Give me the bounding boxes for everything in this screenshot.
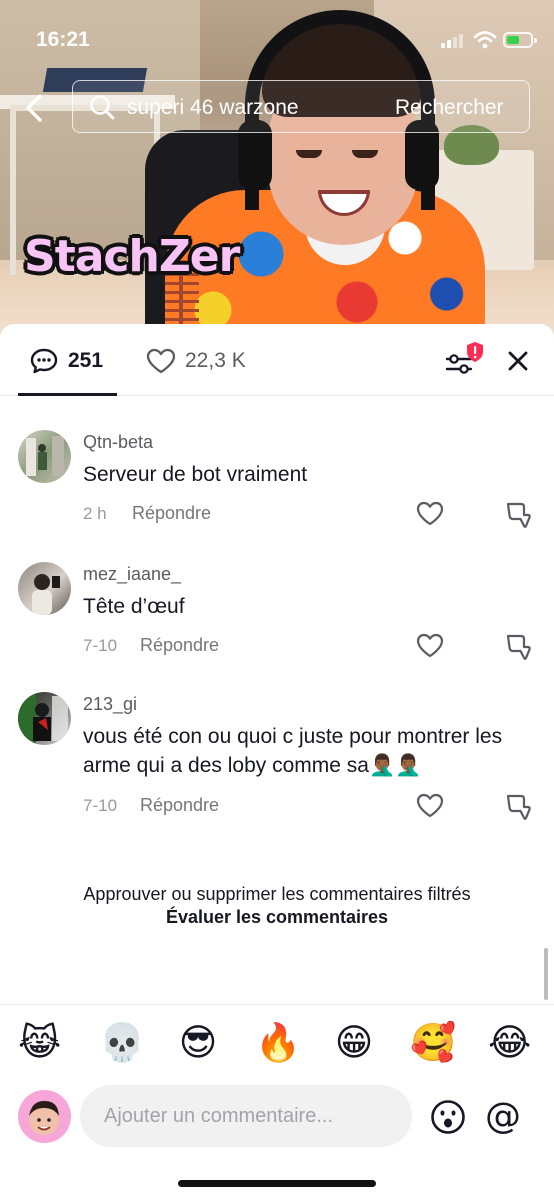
filter-sliders-button[interactable] (444, 340, 486, 380)
avatar-person-icon (32, 574, 60, 615)
review-comments-link[interactable]: Évaluer les commentaires (0, 907, 554, 928)
emoji-button[interactable]: 😂 (488, 1023, 531, 1063)
back-button[interactable] (18, 88, 52, 128)
search-icon (90, 95, 115, 120)
scrollbar[interactable] (544, 948, 548, 1000)
battery-icon (503, 32, 537, 48)
comment-username[interactable]: 213_gi (83, 694, 137, 715)
comment-bubble-icon (30, 348, 58, 374)
avatar[interactable] (18, 562, 71, 615)
comment-count: 251 (68, 349, 104, 372)
filtered-notice-text: Approuver ou supprimer les commentaires … (83, 884, 471, 904)
avatar[interactable] (18, 430, 71, 483)
avatar-face-icon (29, 1100, 59, 1135)
comment-time: 7-10 (83, 636, 118, 655)
tab-likes[interactable]: 22,3 K (146, 324, 276, 396)
status-bar: 16:21 (0, 0, 554, 70)
emoji-button[interactable]: 😎 (177, 1023, 219, 1063)
cellular-signal-icon (441, 34, 465, 48)
avatar-character-icon (18, 692, 68, 745)
status-time: 16:21 (36, 28, 90, 51)
comments-sheet: 251 22,3 K Qtn-beta Serveur de bot vraim… (0, 324, 554, 1200)
filtered-comments-notice: Approuver ou supprimer les commentaires … (0, 884, 554, 928)
tab-comments[interactable]: 251 (18, 324, 117, 396)
comment-like-button[interactable] (416, 793, 444, 819)
close-button[interactable] (505, 348, 531, 374)
at-sign-icon[interactable]: @ (485, 1097, 521, 1137)
comment-input[interactable] (80, 1085, 412, 1147)
reply-button[interactable]: Répondre (132, 503, 211, 524)
emoji-face-icon[interactable] (430, 1099, 466, 1135)
emoji-button[interactable]: 🔥 (255, 1023, 301, 1063)
home-indicator[interactable] (178, 1180, 376, 1187)
filter-sliders-icon (445, 354, 473, 374)
comment-like-button[interactable] (416, 633, 444, 659)
comment-time: 2 h (83, 504, 107, 523)
heart-icon (146, 348, 176, 374)
thumbs-down-icon[interactable] (504, 632, 532, 660)
streamer-name-overlay: StachZer (24, 231, 240, 282)
avatar-person-icon (26, 436, 64, 476)
search-bar[interactable]: superi 46 warzone Rechercher (72, 80, 530, 133)
search-query[interactable]: superi 46 warzone (127, 96, 299, 120)
search-submit-button[interactable]: Rechercher (395, 96, 504, 120)
comment-username[interactable]: Qtn-beta (83, 432, 153, 453)
emoji-quick-bar: 😹 💀 😎 🔥 😁 🥰 😂 (0, 1004, 554, 1080)
thumbs-down-icon[interactable] (504, 500, 532, 528)
thumbs-down-icon[interactable] (504, 792, 532, 820)
reply-button[interactable]: Répondre (140, 795, 219, 816)
comment-time: 7-10 (83, 796, 118, 815)
avatar[interactable] (18, 692, 71, 745)
emoji-button[interactable]: 💀 (99, 1023, 145, 1063)
comment-text: Tête d’œuf (83, 595, 185, 618)
comment-text: vous été con ou quoi c juste pour montre… (83, 725, 503, 777)
emoji-button[interactable]: 😁 (333, 1023, 375, 1063)
comments-sheet-header: 251 22,3 K (0, 324, 554, 396)
emoji-button[interactable]: 🥰 (410, 1023, 456, 1063)
comment-username[interactable]: mez_iaane_ (83, 564, 181, 585)
like-count: 22,3 K (185, 349, 246, 372)
current-user-avatar[interactable] (18, 1090, 71, 1143)
comment-text: Serveur de bot vraiment (83, 463, 308, 486)
comment-like-button[interactable] (416, 501, 444, 527)
emoji-button[interactable]: 😹 (18, 1023, 61, 1063)
wifi-icon (473, 31, 497, 49)
reply-button[interactable]: Répondre (140, 635, 219, 656)
